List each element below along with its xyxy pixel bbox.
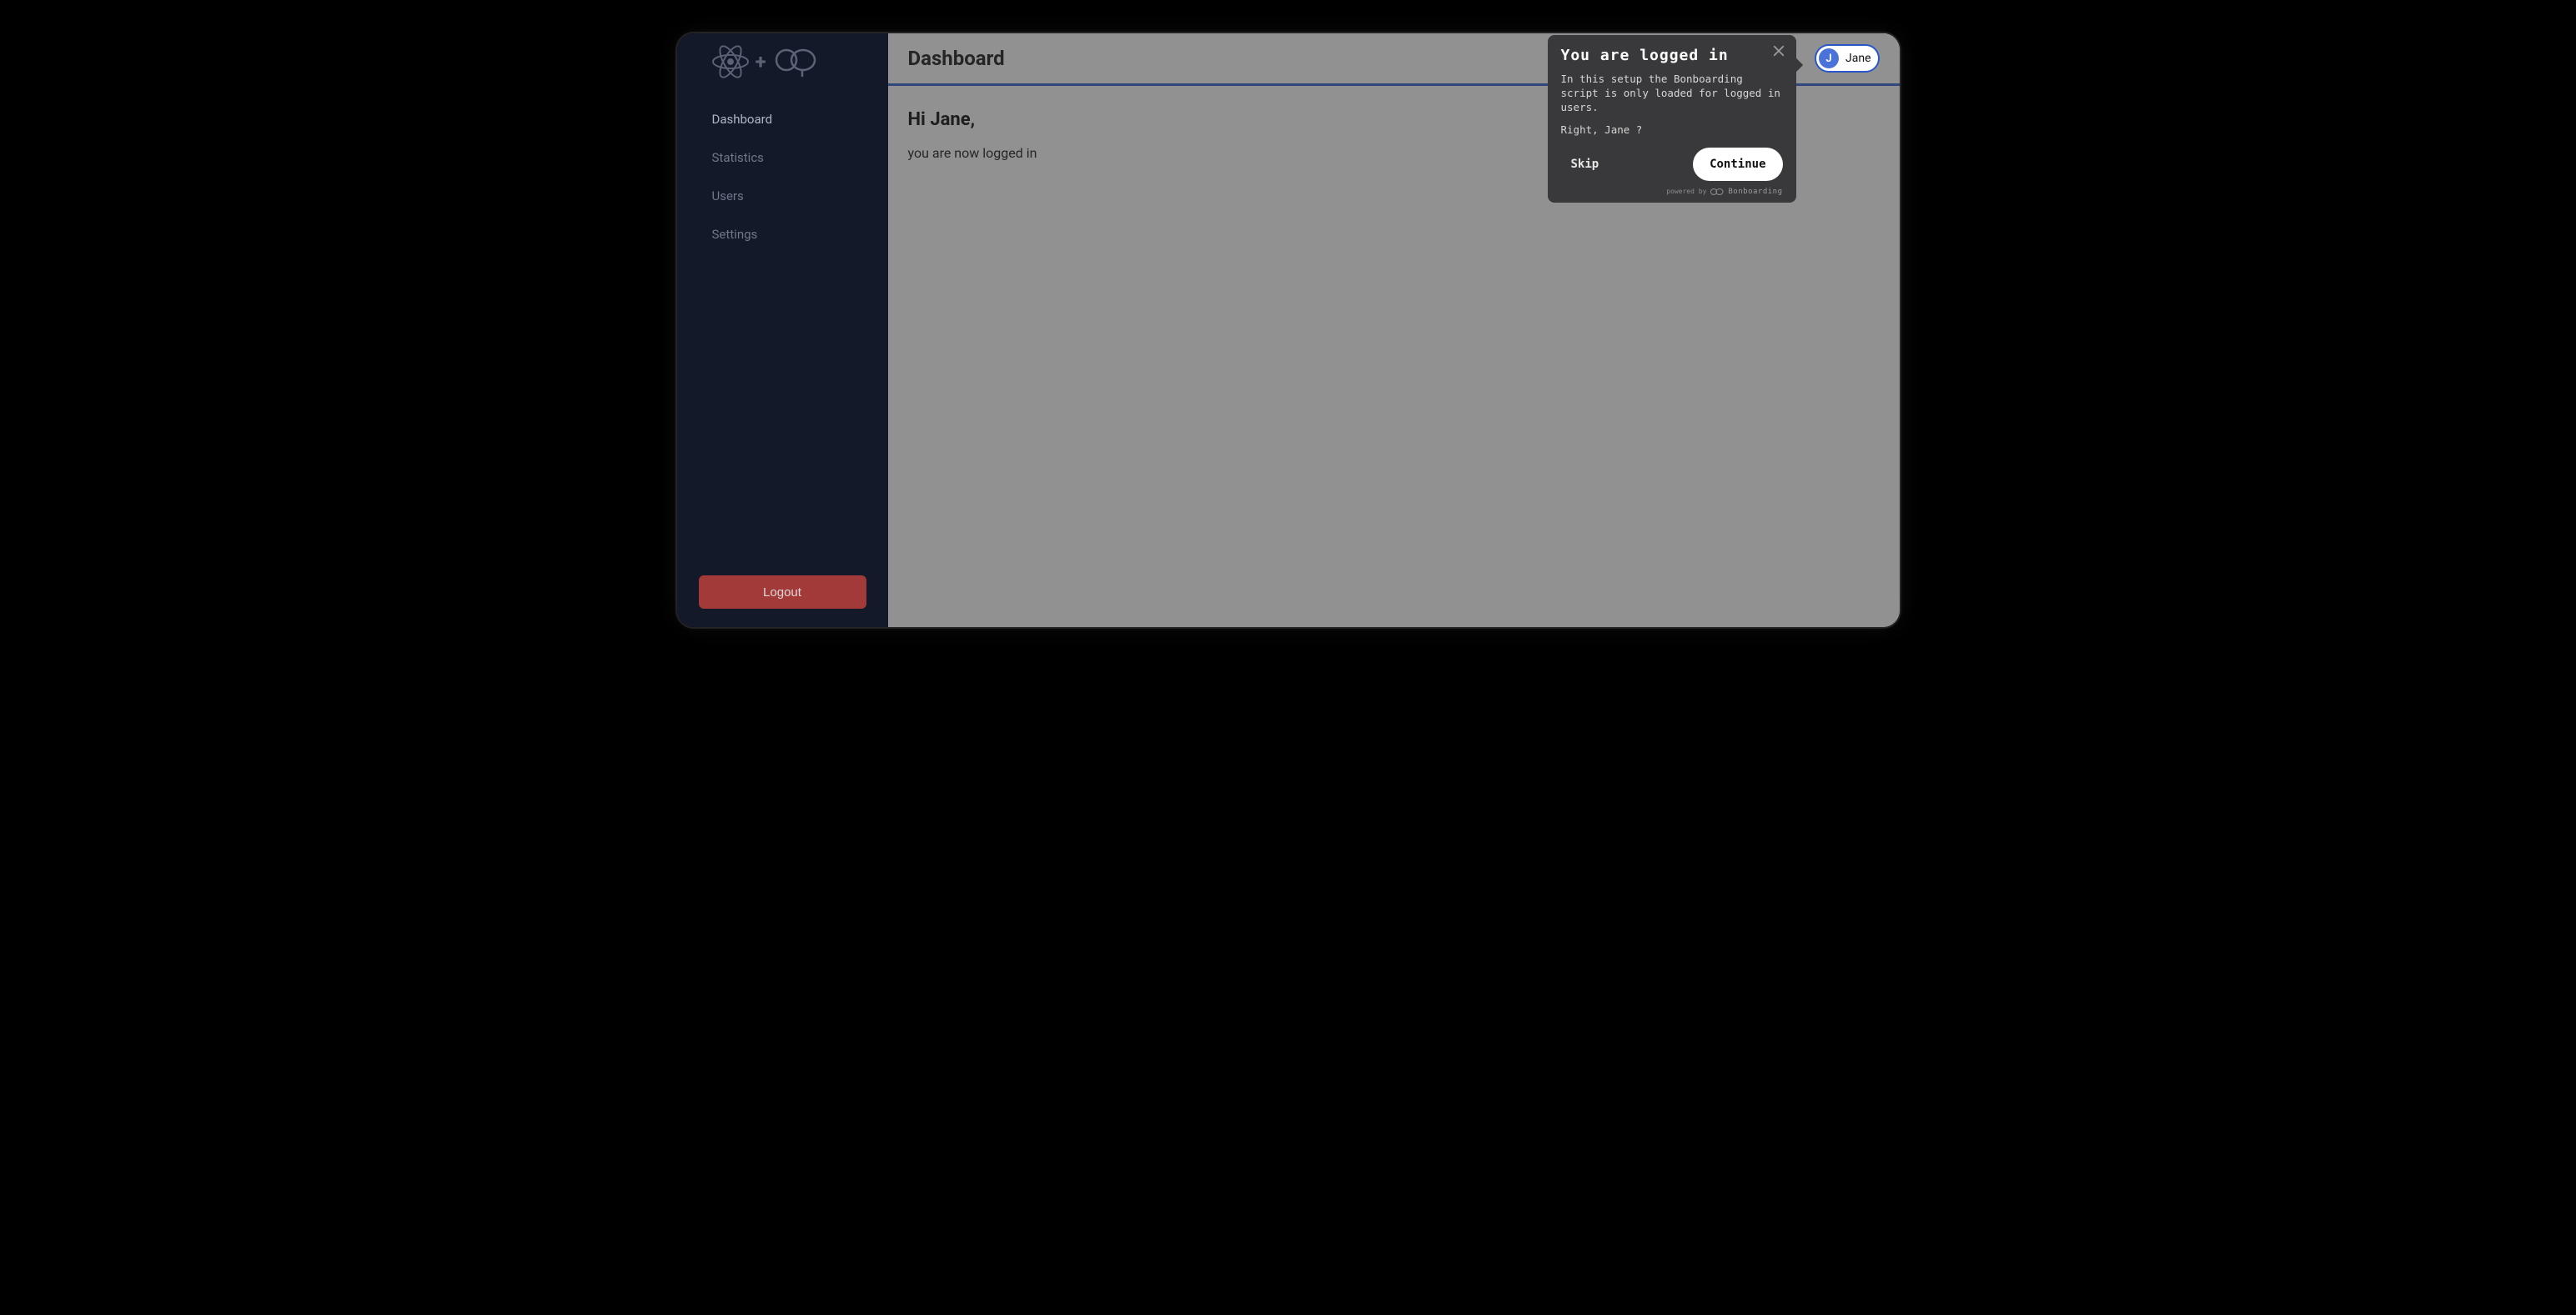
sidebar-item-dashboard[interactable]: Dashboard (677, 100, 888, 138)
lightbulb-icon (773, 46, 823, 78)
plus-icon: + (756, 50, 766, 73)
sidebar-item-settings[interactable]: Settings (677, 215, 888, 253)
tooltip-body-secondary: Right, Jane ? (1561, 123, 1783, 136)
sidebar-nav: Dashboard Statistics Users Settings (677, 92, 888, 253)
close-icon[interactable] (1771, 43, 1786, 58)
sidebar-item-statistics[interactable]: Statistics (677, 138, 888, 177)
bonboarding-icon (1710, 188, 1724, 196)
react-icon (712, 43, 749, 80)
main-area: Dashboard J Jane Hi Jane, you are now lo… (888, 33, 1900, 627)
continue-button[interactable]: Continue (1693, 148, 1782, 181)
app-window: + Dashboard Statistics Users Settings Lo… (677, 33, 1900, 627)
user-chip[interactable]: J Jane (1815, 44, 1880, 73)
tooltip-actions: Skip Continue (1561, 148, 1783, 181)
tooltip-title: You are logged in (1561, 47, 1783, 64)
tooltip-body: In this setup the Bonboarding script is … (1561, 73, 1783, 115)
user-name: Jane (1845, 52, 1871, 65)
powered-by-brand: Bonboarding (1728, 188, 1782, 196)
sidebar: + Dashboard Statistics Users Settings Lo… (677, 33, 888, 627)
sidebar-item-users[interactable]: Users (677, 177, 888, 215)
powered-by: powered by Bonboarding (1561, 188, 1783, 196)
sidebar-logo: + (677, 43, 888, 92)
onboarding-tooltip: You are logged in In this setup the Bonb… (1548, 35, 1796, 203)
skip-button[interactable]: Skip (1561, 151, 1609, 178)
avatar: J (1819, 48, 1839, 68)
powered-by-label: powered by (1666, 188, 1706, 195)
logout-button[interactable]: Logout (699, 575, 866, 609)
